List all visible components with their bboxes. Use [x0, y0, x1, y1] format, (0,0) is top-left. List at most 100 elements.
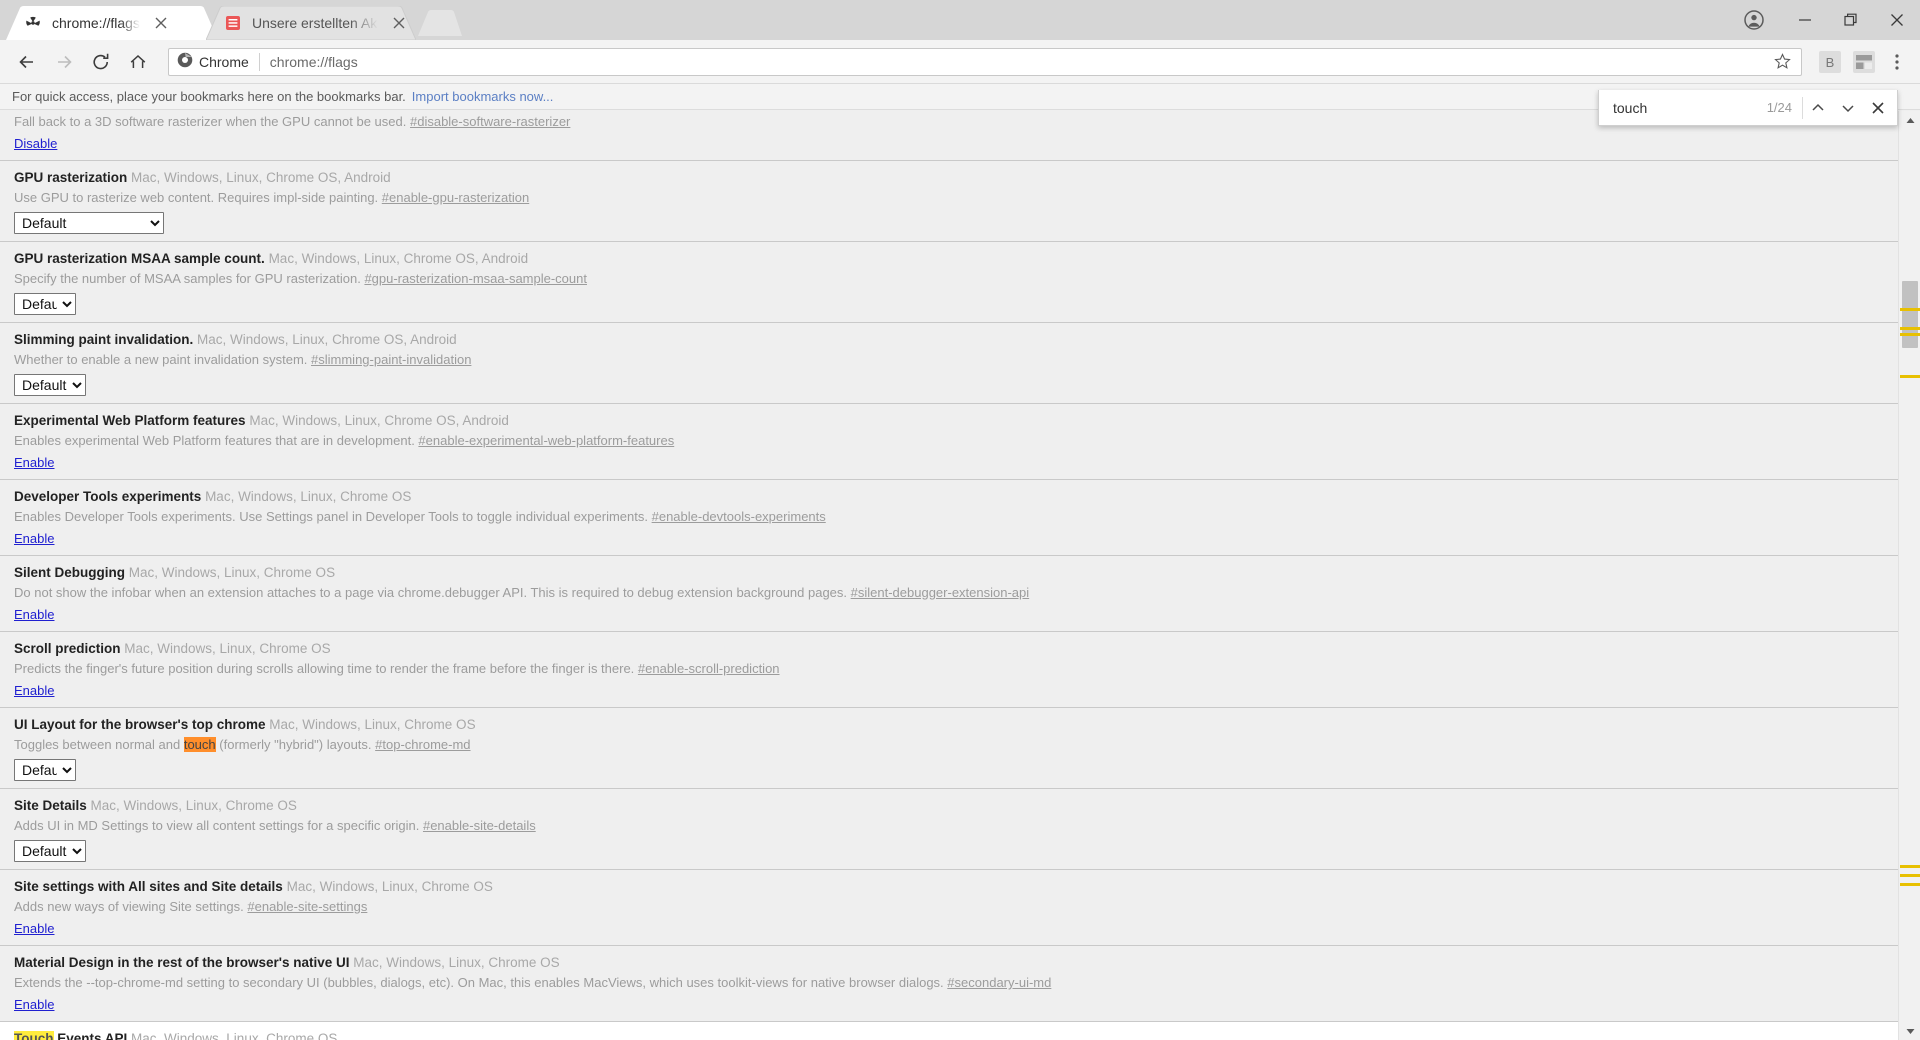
bookmark-star-icon[interactable] — [1771, 51, 1793, 73]
back-button[interactable] — [10, 45, 44, 79]
flag-entry: Slimming paint invalidation. Mac, Window… — [0, 323, 1898, 404]
scrollbar-match-tick — [1900, 333, 1920, 337]
flag-platforms: Mac, Windows, Linux, Chrome OS — [127, 1031, 338, 1040]
find-in-page-bar[interactable]: 1/24 — [1598, 90, 1898, 126]
flag-toggle-link[interactable]: Enable — [14, 454, 54, 471]
flag-title: Slimming paint invalidation. Mac, Window… — [14, 331, 1884, 349]
flag-entry: GPU rasterization MSAA sample count. Mac… — [0, 242, 1898, 323]
radiation-icon — [24, 14, 42, 32]
close-button[interactable] — [1874, 0, 1920, 40]
flag-title: Site settings with All sites and Site de… — [14, 878, 1884, 896]
extension-window-icon[interactable] — [1850, 48, 1878, 76]
reload-button[interactable] — [84, 45, 118, 79]
tab-unsere-erstellten-aktivitaeten[interactable]: Unsere erstellten Aktivitä — [206, 6, 416, 40]
text-run: Whether to enable a new paint invalidati… — [14, 352, 312, 367]
flag-title-text: Site settings with All sites and Site de… — [14, 879, 283, 894]
text-run: Predicts the finger's future position du… — [14, 661, 638, 676]
chrome-chip-label: Chrome — [199, 53, 249, 70]
flag-toggle-link[interactable]: Disable — [14, 135, 57, 152]
flag-anchor-link[interactable]: #enable-site-settings — [247, 899, 367, 914]
flag-toggle-link[interactable]: Enable — [14, 996, 54, 1013]
tab-close-icon[interactable] — [150, 12, 172, 34]
minimize-button[interactable] — [1782, 0, 1828, 40]
flag-anchor-link[interactable]: #enable-scroll-prediction — [638, 661, 780, 676]
home-button[interactable] — [121, 45, 155, 79]
address-bar[interactable]: Chrome chrome://flags — [168, 47, 1802, 76]
flag-title-text: Scroll prediction — [14, 641, 121, 656]
flag-select[interactable]: Default — [14, 840, 86, 862]
flag-title: GPU rasterization Mac, Windows, Linux, C… — [14, 169, 1884, 187]
flag-anchor-link[interactable]: #gpu-rasterization-msaa-sample-count — [364, 271, 587, 286]
text-run: Adds new ways of viewing Site settings. — [14, 899, 248, 914]
flag-select[interactable]: Default — [14, 212, 164, 234]
flag-anchor-link[interactable]: #silent-debugger-extension-api — [851, 585, 1030, 600]
flag-anchor-link[interactable]: #top-chrome-md — [375, 737, 470, 752]
find-previous-icon[interactable] — [1803, 93, 1833, 123]
flag-description: Enables Developer Tools experiments. Use… — [14, 508, 1884, 526]
flag-toggle-link[interactable]: Enable — [14, 530, 54, 547]
flag-toggle-link[interactable]: Enable — [14, 606, 54, 623]
page-scrollbar[interactable] — [1898, 111, 1920, 1040]
flag-title: UI Layout for the browser's top chrome M… — [14, 716, 1884, 734]
browser-window: chrome://flags Unsere erstellten Ak Chro… — [0, 0, 1920, 1040]
chrome-menu-icon[interactable] — [1884, 47, 1910, 77]
tab-title: Unsere erstellten Aktivitä — [252, 15, 378, 31]
tab-close-icon[interactable] — [388, 12, 410, 34]
flags-list: Fall back to a 3D software rasterizer wh… — [0, 113, 1898, 1040]
flag-title-text: UI Layout for the browser's top chrome — [14, 717, 266, 732]
text-run: Enables experimental Web Platform featur… — [14, 433, 419, 448]
chrome-chip: Chrome — [177, 52, 249, 71]
flag-anchor-link[interactable]: #enable-devtools-experiments — [652, 509, 826, 524]
flag-platforms: Mac, Windows, Linux, Chrome OS, Android — [127, 170, 391, 185]
find-close-icon[interactable] — [1863, 93, 1893, 123]
flag-description: Adds new ways of viewing Site settings. … — [14, 898, 1884, 916]
flag-entry: Developer Tools experiments Mac, Windows… — [0, 480, 1898, 556]
flag-platforms: Mac, Windows, Linux, Chrome OS, Android — [193, 332, 457, 347]
flag-anchor-link[interactable]: #slimming-paint-invalidation — [311, 352, 471, 367]
scrollbar-match-tick — [1900, 873, 1920, 877]
flag-anchor-link[interactable]: #secondary-ui-md — [947, 975, 1051, 990]
find-next-icon[interactable] — [1833, 93, 1863, 123]
flag-anchor-link[interactable]: #enable-gpu-rasterization — [382, 190, 529, 205]
flag-select[interactable]: Default — [14, 759, 76, 781]
flag-anchor-link[interactable]: #disable-software-rasterizer — [410, 114, 570, 129]
flag-platforms: Mac, Windows, Linux, Chrome OS — [86, 798, 297, 813]
text-run: Do not show the infobar when an extensio… — [14, 585, 851, 600]
extension-b-icon[interactable]: B — [1816, 48, 1844, 76]
flag-title: GPU rasterization MSAA sample count. Mac… — [14, 250, 1884, 268]
flag-anchor-link[interactable]: #enable-site-details — [423, 818, 536, 833]
svg-text:B: B — [1826, 55, 1835, 70]
flag-description: Extends the --top-chrome-md setting to s… — [14, 974, 1884, 992]
scrollbar-match-tick — [1900, 308, 1920, 312]
flag-entry: Site settings with All sites and Site de… — [0, 870, 1898, 946]
scroll-up-arrow-icon[interactable] — [1899, 111, 1920, 129]
text-run: Fall back to a 3D software rasterizer wh… — [14, 114, 410, 129]
flag-entry: Silent Debugging Mac, Windows, Linux, Ch… — [0, 556, 1898, 632]
flag-platforms: Mac, Windows, Linux, Chrome OS — [265, 717, 476, 732]
flag-toggle-link[interactable]: Enable — [14, 682, 54, 699]
maximize-restore-button[interactable] — [1828, 0, 1874, 40]
tab-chrome-flags[interactable]: chrome://flags — [6, 6, 218, 40]
flag-title: Developer Tools experiments Mac, Windows… — [14, 488, 1884, 506]
flag-select[interactable]: Default — [14, 293, 76, 315]
import-bookmarks-link[interactable]: Import bookmarks now... — [412, 89, 554, 104]
find-input[interactable] — [1611, 98, 1757, 117]
flag-title: Experimental Web Platform features Mac, … — [14, 412, 1884, 430]
profile-avatar-icon[interactable] — [1726, 0, 1782, 40]
flag-select[interactable]: Default — [14, 374, 86, 396]
text-run: (formerly "hybrid") layouts. — [215, 737, 376, 752]
red-list-icon — [224, 14, 242, 32]
flag-title-text: Material Design in the rest of the brows… — [14, 955, 350, 970]
new-tab-button[interactable] — [418, 10, 462, 36]
flag-entry: GPU rasterization Mac, Windows, Linux, C… — [0, 161, 1898, 242]
flag-anchor-link[interactable]: #enable-experimental-web-platform-featur… — [418, 433, 674, 448]
flag-description: Use GPU to rasterize web content. Requir… — [14, 189, 1884, 207]
scrollbar-match-tick — [1900, 882, 1920, 886]
flag-toggle-link[interactable]: Enable — [14, 920, 54, 937]
flag-platforms: Mac, Windows, Linux, Chrome OS — [349, 955, 560, 970]
scroll-down-arrow-icon[interactable] — [1899, 1022, 1920, 1040]
flag-title-text: Site Details — [14, 798, 87, 813]
new-tab-shape — [418, 10, 462, 36]
scrollbar-thumb[interactable] — [1902, 280, 1918, 348]
scrollbar-match-tick — [1900, 327, 1920, 331]
